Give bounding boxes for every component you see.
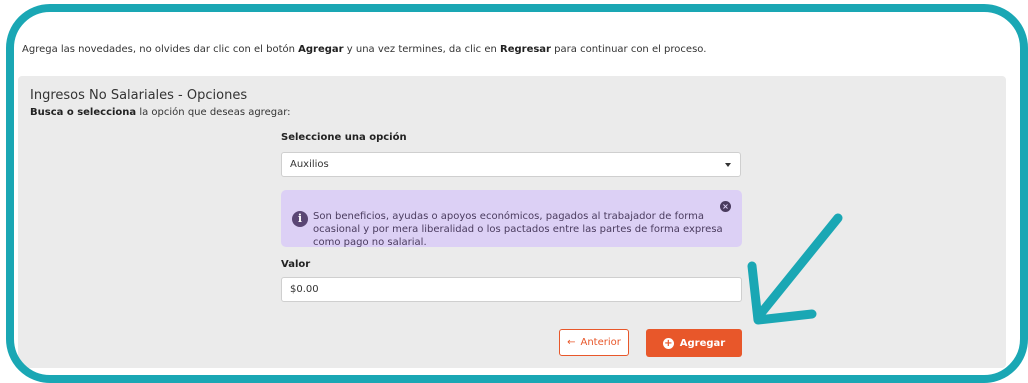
info-icon: i [292, 211, 308, 227]
agregar-button-label: Agregar [679, 337, 726, 349]
anterior-button[interactable]: ← Anterior [559, 329, 629, 356]
options-panel: Ingresos No Salariales - Opciones Busca … [18, 76, 1006, 368]
panel-title: Ingresos No Salariales - Opciones [30, 88, 248, 103]
instructions-part-2: y una vez termines, da clic en [343, 44, 500, 55]
info-text: Son beneficios, ayudas o apoyos económic… [313, 211, 723, 248]
agregar-button[interactable]: + Agregar [646, 329, 742, 357]
close-icon[interactable]: × [720, 201, 731, 212]
instructions-bold-agregar: Agregar [298, 44, 344, 55]
instructions-text: Agrega las novedades, no olvides dar cli… [22, 44, 706, 55]
select-label: Seleccione una opción [281, 132, 407, 143]
panel-subtitle: Busca o selecciona la opción que deseas … [30, 107, 291, 118]
panel-subtitle-bold: Busca o selecciona [30, 107, 137, 118]
option-select-value: Auxilios [290, 159, 329, 170]
valor-input[interactable]: $0.00 [281, 277, 742, 302]
chevron-down-icon[interactable] [725, 163, 731, 167]
plus-circle-icon: + [662, 337, 674, 349]
panel-subtitle-rest: la opción que deseas agregar: [136, 107, 291, 118]
arrow-left-icon: ← [567, 337, 576, 348]
anterior-button-label: Anterior [580, 337, 621, 348]
instructions-part-1: Agrega las novedades, no olvides dar cli… [22, 44, 299, 55]
valor-label: Valor [281, 259, 311, 270]
instructions-bold-regresar: Regresar [500, 44, 551, 55]
instructions-part-3: para continuar con el proceso. [551, 44, 707, 55]
info-alert: i Son beneficios, ayudas o apoyos económ… [281, 190, 742, 248]
option-select[interactable]: Auxilios [281, 152, 741, 177]
